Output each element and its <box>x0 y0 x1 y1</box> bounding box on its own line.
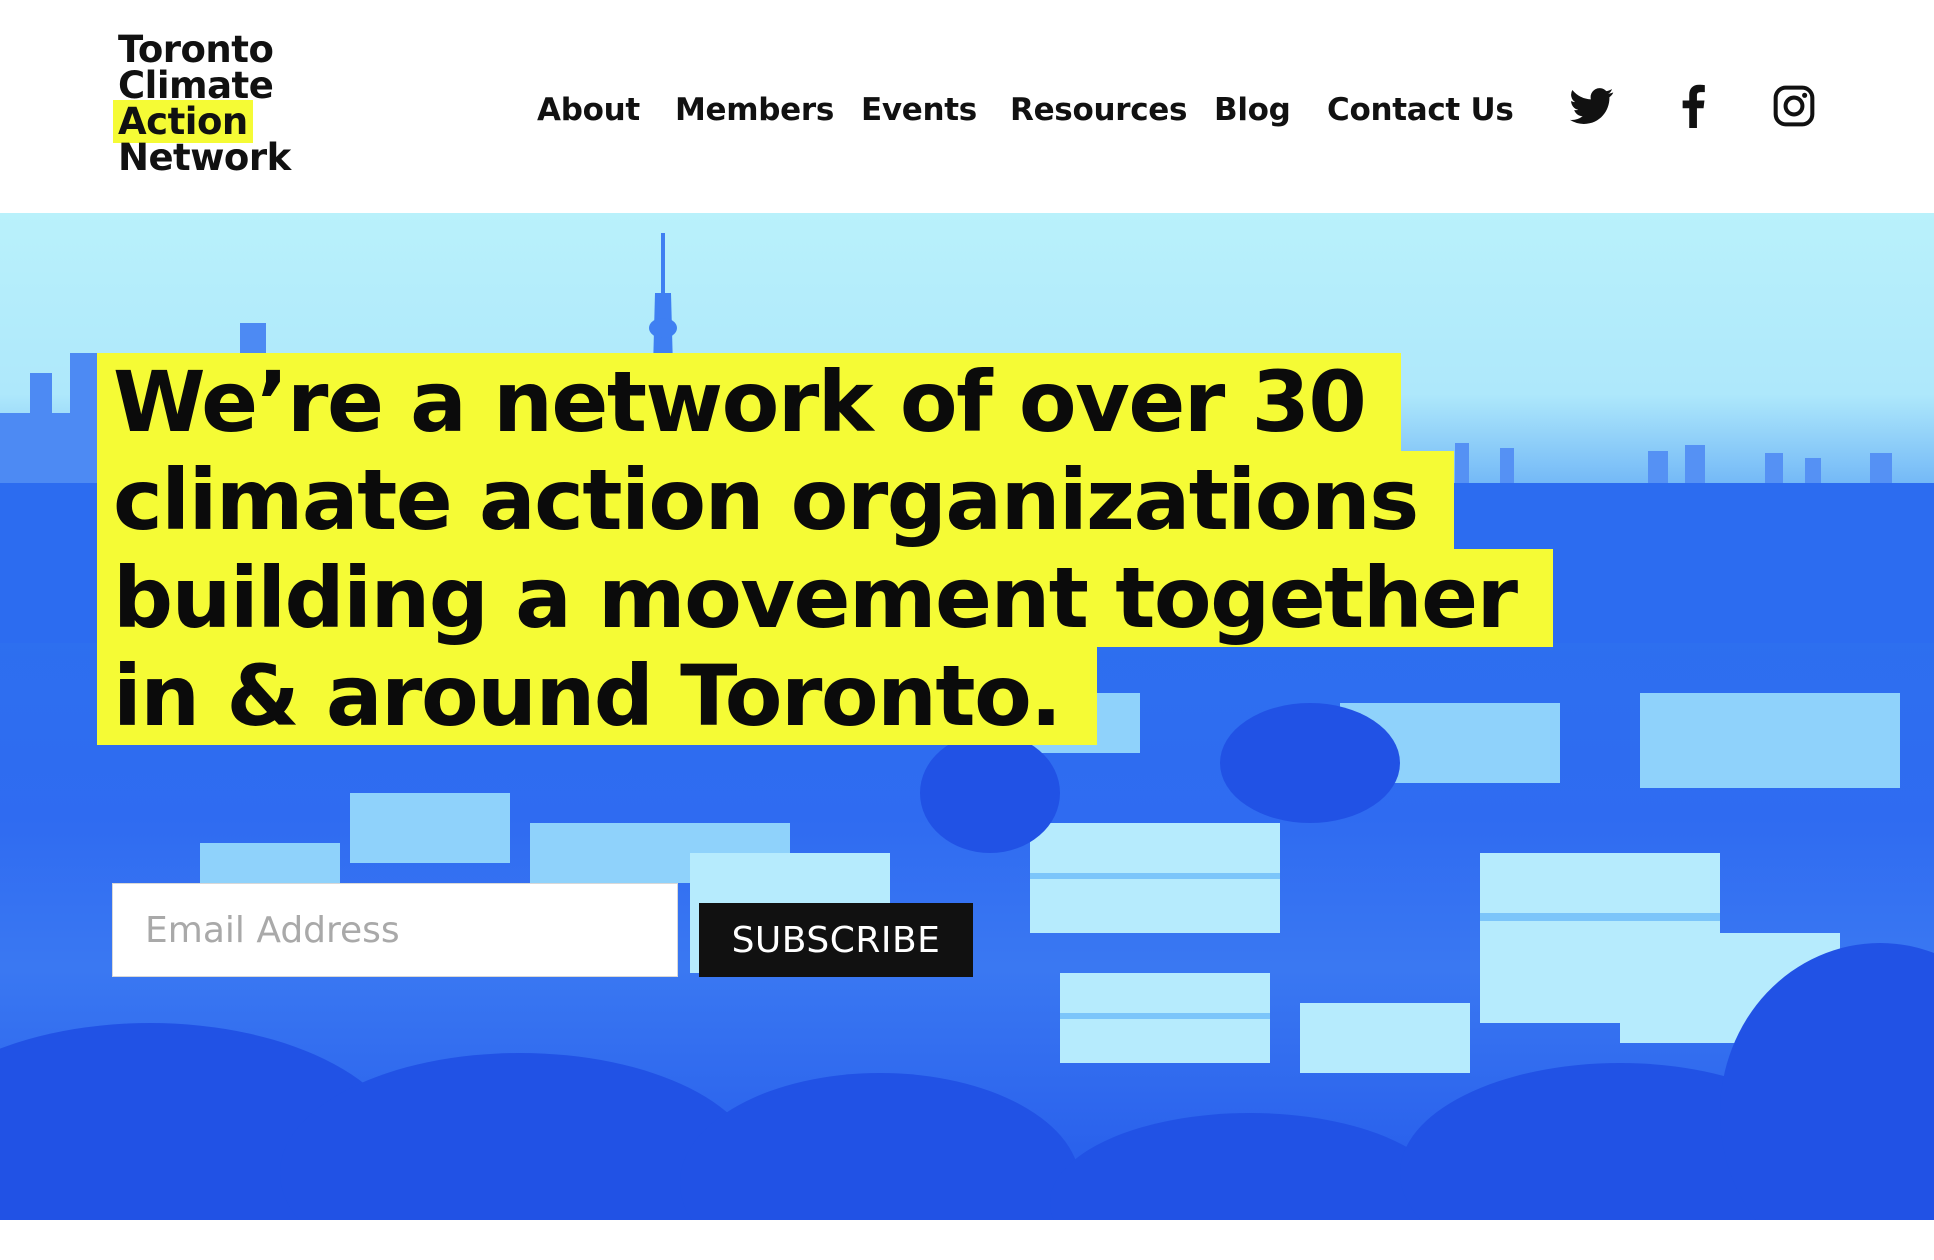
nav-resources[interactable]: Resources <box>1010 88 1187 132</box>
instagram-link[interactable] <box>1770 82 1818 130</box>
site-header: Toronto Climate Action Network About Mem… <box>0 0 1934 213</box>
nav-contact-us[interactable]: Contact Us <box>1327 88 1514 132</box>
nav-blog[interactable]: Blog <box>1214 88 1291 132</box>
headline-line-1: We’re a network of over 30 <box>97 353 1402 451</box>
nav-events[interactable]: Events <box>861 88 977 132</box>
email-field[interactable] <box>112 883 678 977</box>
hero-section: We’re a network of over 30 climate actio… <box>0 213 1934 1220</box>
twitter-icon <box>1570 88 1614 124</box>
facebook-icon <box>1682 84 1705 128</box>
headline-line-2: climate action organizations <box>97 451 1454 549</box>
nav-members[interactable]: Members <box>675 88 834 132</box>
hero-headline: We’re a network of over 30 climate actio… <box>97 353 1553 745</box>
logo-line-toronto: Toronto <box>118 28 274 71</box>
headline-line-4: in & around Toronto. <box>97 647 1097 745</box>
subscribe-button[interactable]: SUBSCRIBE <box>699 903 973 977</box>
instagram-icon <box>1773 85 1815 127</box>
headline-line-3: building a movement together <box>97 549 1553 647</box>
logo-line-network: Network <box>118 136 291 179</box>
twitter-link[interactable] <box>1568 82 1616 130</box>
main-nav: About Members Events Resources Blog Cont… <box>0 88 1934 132</box>
subscribe-form: SUBSCRIBE <box>112 883 973 983</box>
facebook-link[interactable] <box>1670 82 1718 130</box>
nav-about[interactable]: About <box>537 88 640 132</box>
